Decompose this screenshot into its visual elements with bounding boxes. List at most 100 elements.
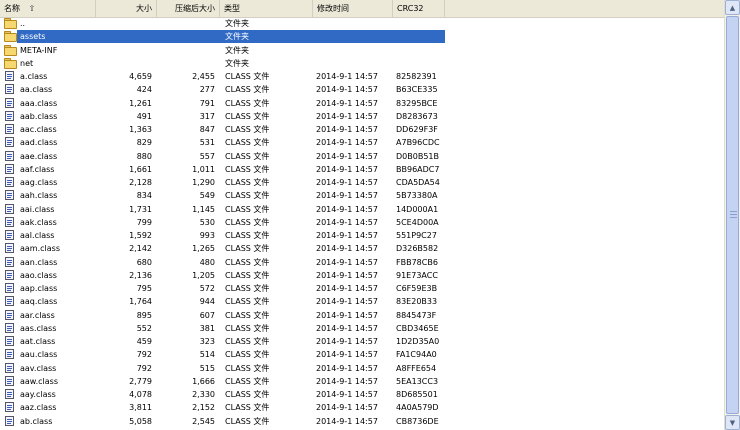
table-row[interactable]: aas.class 552 381 CLASS 文件 2014-9-1 14:57 CBD… — [0, 322, 724, 335]
table-row[interactable]: META-INF 文件夹 — [0, 44, 724, 57]
cell-size: 2,779 — [129, 376, 152, 386]
column-header-type[interactable]: 类型 — [220, 0, 313, 17]
cell-modified: 2014-9-1 14:57 — [316, 217, 378, 227]
scrollbar-thumb[interactable] — [726, 16, 739, 414]
cell-name: aat.class — [20, 337, 56, 346]
column-header-crc[interactable]: CRC32 — [393, 0, 445, 17]
column-header-size[interactable]: 大小 — [96, 0, 157, 17]
cell-crc: CBD3465E — [396, 323, 439, 333]
table-row[interactable]: aap.class 795 572 CLASS 文件 2014-9-1 14:57 C6F… — [0, 282, 724, 295]
cell-size — [96, 57, 152, 70]
cell-name: aad.class — [20, 138, 58, 148]
table-row[interactable]: aar.class 895 607 CLASS 文件 2014-9-1 14:57 884… — [0, 309, 724, 322]
class-file-icon — [5, 71, 14, 81]
class-file-icon — [5, 216, 14, 227]
cell-type: CLASS 文件 — [225, 257, 270, 267]
table-row[interactable]: aau.class 792 514 CLASS 文件 2014-9-1 14:57 FA1… — [0, 348, 724, 361]
cell-crc: 91E73ACC — [396, 270, 438, 280]
table-row[interactable]: aaa.class 1,261 791 CLASS 文件 2014-9-1 14:57 8… — [0, 97, 724, 110]
cell-type: CLASS 文件 — [225, 85, 270, 95]
table-row[interactable]: aai.class 1,731 1,145 CLASS 文件 2014-9-1 14:5… — [0, 203, 724, 216]
cell-type: CLASS 文件 — [225, 350, 270, 360]
column-header-name[interactable]: 名称 ⇧ — [0, 0, 96, 17]
cell-modified: 2014-9-1 14:57 — [316, 376, 378, 386]
table-row[interactable]: aa.class 424 277 CLASS 文件 2014-9-1 14:57 B63C… — [0, 83, 724, 96]
table-row[interactable]: aab.class 491 317 CLASS 文件 2014-9-1 14:57 D82… — [0, 110, 724, 123]
cell-name: a.class — [20, 72, 48, 81]
cell-packed-size: 607 — [199, 310, 215, 320]
table-row[interactable]: aaz.class 3,811 2,152 CLASS 文件 2014-9-1 14:5… — [0, 401, 724, 414]
cell-packed-size: 317 — [199, 111, 215, 121]
cell-crc: A8FFE654 — [396, 363, 437, 373]
table-row[interactable]: aao.class 2,136 1,205 CLASS 文件 2014-9-1 14:5… — [0, 269, 724, 282]
table-row[interactable]: a.class 4,659 2,455 CLASS 文件 2014-9-1 14:57 8… — [0, 70, 724, 83]
table-row[interactable]: aam.class 2,142 1,265 CLASS 文件 2014-9-1 14:5… — [0, 242, 724, 255]
cell-type: CLASS 文件 — [225, 204, 270, 214]
cell-crc — [396, 17, 456, 30]
column-header-packed-size[interactable]: 压缩后大小 — [157, 0, 220, 17]
table-row[interactable]: aaw.class 2,779 1,666 CLASS 文件 2014-9-1 14:5… — [0, 375, 724, 388]
cell-modified: 2014-9-1 14:57 — [316, 164, 378, 174]
cell-size: 2,128 — [129, 178, 152, 187]
cell-size: 799 — [136, 217, 152, 227]
cell-modified: 2014-9-1 14:57 — [316, 310, 378, 320]
cell-modified: 2014-9-1 14:57 — [316, 191, 378, 201]
table-row[interactable]: assets 文件夹 — [0, 30, 724, 44]
cell-size: 834 — [136, 191, 152, 201]
table-row[interactable]: aav.class 792 515 CLASS 文件 2014-9-1 14:57 A8F… — [0, 362, 724, 375]
table-row[interactable]: aah.class 834 549 CLASS 文件 2014-9-1 14:57 5B7… — [0, 189, 724, 202]
table-row[interactable]: aaf.class 1,661 1,011 CLASS 文件 2014-9-1 14:5… — [0, 163, 724, 176]
cell-packed-size: 514 — [199, 350, 215, 360]
cell-name: aal.class — [20, 231, 55, 240]
vertical-scrollbar[interactable]: ▲ ▼ — [724, 0, 740, 430]
class-file-icon — [5, 137, 14, 148]
table-row[interactable]: aak.class 799 530 CLASS 文件 2014-9-1 14:57 5CE… — [0, 216, 724, 229]
cell-modified: 2014-9-1 14:57 — [316, 350, 378, 360]
cell-modified: 2014-9-1 14:57 — [316, 231, 378, 240]
cell-name: aap.class — [20, 284, 58, 293]
table-row[interactable]: aan.class 680 480 CLASS 文件 2014-9-1 14:57 FBB… — [0, 256, 724, 269]
folder-icon — [4, 31, 17, 43]
cell-size: 1,731 — [129, 204, 152, 214]
cell-crc: 4A0A579D — [396, 403, 439, 413]
chevron-up-icon: ▲ — [729, 3, 736, 12]
table-row[interactable]: aae.class 880 557 CLASS 文件 2014-9-1 14:57 D0B… — [0, 150, 724, 163]
column-header-modified[interactable]: 修改时间 — [313, 0, 393, 17]
table-row[interactable]: aad.class 829 531 CLASS 文件 2014-9-1 14:57 A7B… — [0, 136, 724, 149]
file-list-view[interactable]: 名称 ⇧ 大小 压缩后大小 类型 修改时间 CRC32 .. 文件夹 assets 文… — [0, 0, 724, 430]
cell-type: CLASS 文件 — [225, 337, 270, 346]
table-row[interactable]: ab.class 5,058 2,545 CLASS 文件 2014-9-1 14:57… — [0, 415, 724, 428]
cell-size: 424 — [136, 85, 152, 95]
cell-modified: 2014-9-1 14:57 — [316, 403, 378, 413]
table-row[interactable]: aaq.class 1,764 944 CLASS 文件 2014-9-1 14:57 8… — [0, 295, 724, 308]
cell-crc: B63CE335 — [396, 85, 438, 95]
cell-name: aae.class — [20, 151, 58, 161]
cell-name: aas.class — [20, 323, 57, 333]
table-row[interactable]: aac.class 1,363 847 CLASS 文件 2014-9-1 14:57 D… — [0, 123, 724, 136]
table-row[interactable]: aal.class 1,592 993 CLASS 文件 2014-9-1 14:57 5… — [0, 229, 724, 242]
table-row[interactable]: .. 文件夹 — [0, 17, 724, 30]
cell-size: 1,363 — [129, 125, 152, 134]
class-file-icon — [5, 415, 14, 426]
scroll-up-button[interactable]: ▲ — [725, 0, 740, 15]
cell-name: aa.class — [20, 85, 53, 95]
cell-packed-size — [157, 30, 215, 43]
cell-size — [96, 44, 152, 57]
cell-modified: 2014-9-1 14:57 — [316, 138, 378, 148]
table-row[interactable]: aag.class 2,128 1,290 CLASS 文件 2014-9-1 14:5… — [0, 176, 724, 189]
table-row[interactable]: aay.class 4,078 2,330 CLASS 文件 2014-9-1 14:5… — [0, 388, 724, 401]
cell-crc — [396, 57, 456, 70]
cell-modified: 2014-9-1 14:57 — [316, 98, 378, 108]
class-file-icon — [5, 190, 14, 201]
cell-modified: 2014-9-1 14:57 — [316, 323, 378, 333]
cell-size: 491 — [136, 111, 152, 121]
cell-name: aaa.class — [20, 98, 58, 108]
cell-modified: 2014-9-1 14:57 — [316, 297, 378, 307]
table-row[interactable]: net 文件夹 — [0, 57, 724, 70]
column-modified-label: 修改时间 — [317, 4, 349, 13]
cell-size: 792 — [136, 363, 152, 373]
table-row[interactable]: aat.class 459 323 CLASS 文件 2014-9-1 14:57 1D2… — [0, 335, 724, 348]
scroll-down-button[interactable]: ▼ — [725, 415, 740, 430]
grip-line — [730, 217, 737, 218]
chevron-down-icon: ▼ — [729, 418, 736, 427]
